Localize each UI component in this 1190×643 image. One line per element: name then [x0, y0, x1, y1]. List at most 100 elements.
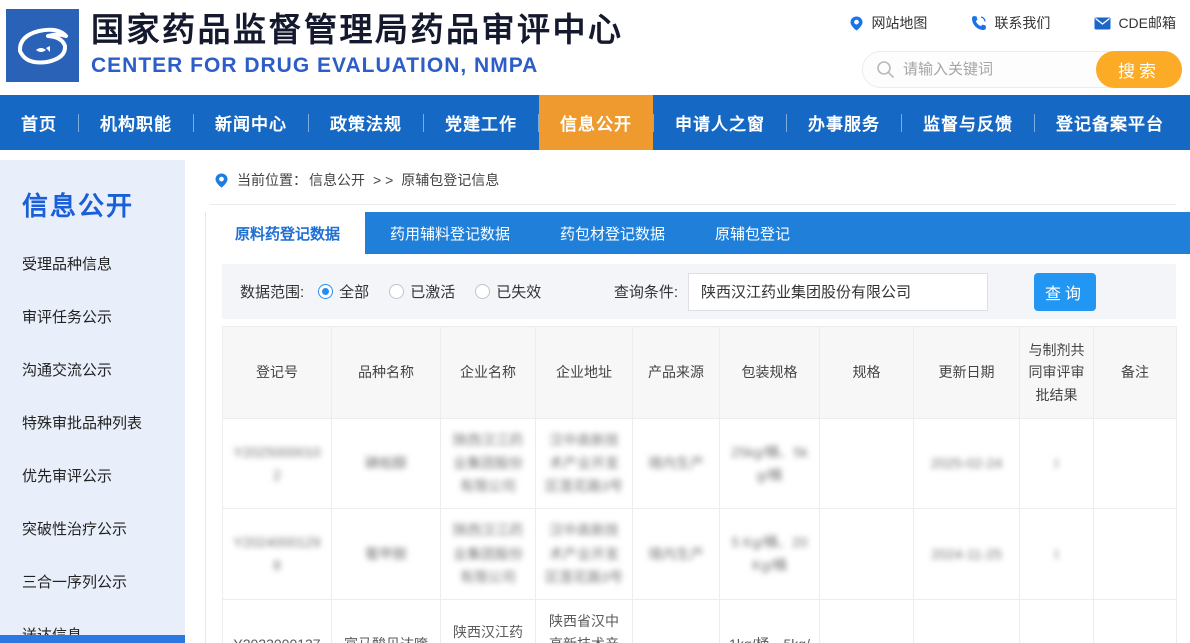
query-button[interactable]: 查询	[1034, 273, 1096, 311]
radio-activated-control[interactable]	[389, 284, 404, 299]
breadcrumb-pin-icon	[214, 172, 229, 189]
nav-item-info-disclosure[interactable]: 信息公开	[539, 95, 653, 150]
nav-item-applicant-window[interactable]: 申请人之窗	[654, 95, 786, 150]
table-cell: 境内生产	[633, 509, 720, 599]
table-header: 登记号品种名称企业名称企业地址产品来源包装规格规格更新日期与制剂共同审评审批结果…	[223, 327, 1177, 419]
table-header-row: 登记号品种名称企业名称企业地址产品来源包装规格规格更新日期与制剂共同审评审批结果…	[223, 327, 1177, 419]
sidebar-item-communication[interactable]: 沟通交流公示	[22, 359, 185, 380]
table-cell: 境内生产	[633, 599, 720, 643]
table-header-cell: 登记号	[223, 327, 332, 419]
breadcrumb-current: 原辅包登记信息	[401, 170, 499, 190]
search-icon	[876, 60, 895, 79]
table-cell: 碘帕醇	[332, 419, 441, 509]
tab-packaging-data[interactable]: 药包材登记数据	[535, 212, 690, 254]
radio-expired[interactable]: 已失效	[475, 281, 541, 302]
radio-all-control[interactable]	[318, 284, 333, 299]
radio-expired-label: 已失效	[496, 281, 541, 302]
table-cell: 2024-11-25	[914, 509, 1020, 599]
table-header-cell: 企业地址	[536, 327, 633, 419]
main-content: 当前位置：信息公开 > > 原辅包登记信息 原料药登记数据 药用辅料登记数据 药…	[210, 150, 1190, 643]
sidebar-item-accepted-varieties[interactable]: 受理品种信息	[22, 253, 185, 274]
radio-expired-control[interactable]	[475, 284, 490, 299]
contact-link-label: 联系我们	[994, 13, 1050, 33]
nav-item-news[interactable]: 新闻中心	[194, 95, 308, 150]
cde-website-page: 国家药品监督管理局药品审评中心 CENTER FOR DRUG EVALUATI…	[0, 0, 1190, 643]
nav-item-registration-platform[interactable]: 登记备案平台	[1035, 95, 1185, 150]
table-cell	[1094, 509, 1177, 599]
table-cell	[1094, 419, 1177, 509]
site-title: 国家药品监督管理局药品审评中心	[91, 11, 624, 49]
table-row: Y20250000102碘帕醇陕西汉江药业集团股份有限公司汉中高新技术产业开发区…	[223, 419, 1177, 509]
table-cell: I	[1020, 509, 1094, 599]
site-header: 国家药品监督管理局药品审评中心 CENTER FOR DRUG EVALUATI…	[0, 0, 1190, 95]
table-cell: 陕西汉江药业集团股份有限公司	[441, 419, 536, 509]
nav-item-supervision-feedback[interactable]: 监督与反馈	[902, 95, 1034, 150]
table-cell: ————	[820, 599, 914, 643]
nav-item-services[interactable]: 办事服务	[787, 95, 901, 150]
tab-excipients-data[interactable]: 药用辅料登记数据	[365, 212, 535, 254]
table-header-cell: 更新日期	[914, 327, 1020, 419]
table-cell: 陕西汉江药业集团股份有限公司	[441, 509, 536, 599]
content-divider	[205, 212, 206, 643]
site-brand: 国家药品监督管理局药品审评中心 CENTER FOR DRUG EVALUATI…	[6, 9, 624, 82]
tab-registration[interactable]: 原辅包登记	[690, 212, 815, 254]
table-cell	[820, 419, 914, 509]
data-tabs: 原料药登记数据 药用辅料登记数据 药包材登记数据 原辅包登记	[210, 212, 1190, 254]
table-header-cell: 规格	[820, 327, 914, 419]
mail-icon	[1094, 17, 1111, 30]
table-cell: 葡甲胺	[332, 509, 441, 599]
contact-link[interactable]: 联系我们	[971, 13, 1050, 33]
table-cell: 陕西汉江药业集团股份有限公司	[441, 599, 536, 643]
main-nav: 首页 机构职能 新闻中心 政策法规 党建工作 信息公开 申请人之窗 办事服务 监…	[0, 95, 1190, 150]
nav-item-party-building[interactable]: 党建工作	[424, 95, 538, 150]
table-cell: 陕西省汉中高新技术产业开发区莲花路3号	[536, 599, 633, 643]
breadcrumb-section[interactable]: 信息公开	[309, 170, 365, 190]
sidebar-item-three-in-one[interactable]: 三合一序列公示	[22, 571, 185, 592]
table-cell: 2025-02-24	[914, 419, 1020, 509]
table-header-cell: 产品来源	[633, 327, 720, 419]
table-cell: 汉中高新技术产业开发区莲花路3号	[536, 419, 633, 509]
table-cell: 汉中高新技术产业开发区莲花路3号	[536, 509, 633, 599]
sidebar-info-disclosure: 信息公开 受理品种信息 审评任务公示 沟通交流公示 特殊审批品种列表 优先审评公…	[0, 160, 185, 635]
query-input[interactable]	[688, 273, 988, 311]
radio-activated[interactable]: 已激活	[389, 281, 455, 302]
table-header-cell: 备注	[1094, 327, 1177, 419]
sidebar-item-special-approval-list[interactable]: 特殊审批品种列表	[22, 412, 185, 433]
location-pin-icon	[849, 15, 864, 32]
registration-table: 登记号品种名称企业名称企业地址产品来源包装规格规格更新日期与制剂共同审评审批结果…	[222, 326, 1177, 643]
table-row: Y20240001298葡甲胺陕西汉江药业集团股份有限公司汉中高新技术产业开发区…	[223, 509, 1177, 599]
registration-table-wrap: 登记号品种名称企业名称企业地址产品来源包装规格规格更新日期与制剂共同审评审批结果…	[222, 326, 1176, 643]
breadcrumb-location-label: 当前位置：	[237, 170, 307, 190]
cde-mail-link-label: CDE邮箱	[1118, 13, 1176, 33]
table-cell: 境内生产	[633, 419, 720, 509]
table-header-cell: 企业名称	[441, 327, 536, 419]
sidebar-item-review-tasks[interactable]: 审评任务公示	[22, 306, 185, 327]
sidebar-bottom-strip	[0, 635, 185, 643]
radio-all-label: 全部	[339, 281, 369, 302]
sidebar-item-breakthrough-therapy[interactable]: 突破性治疗公示	[22, 518, 185, 539]
search-input[interactable]	[903, 52, 1083, 87]
sitemap-link[interactable]: 网站地图	[849, 13, 927, 33]
table-cell: 1kg/桶、5kg/桶、10kg/桶	[720, 599, 820, 643]
table-header-cell: 与制剂共同审评审批结果	[1020, 327, 1094, 419]
cde-mail-link[interactable]: CDE邮箱	[1094, 13, 1176, 33]
site-subtitle: CENTER FOR DRUG EVALUATION, NMPA	[91, 54, 624, 78]
nav-item-home[interactable]: 首页	[0, 95, 78, 150]
table-cell	[820, 509, 914, 599]
table-cell: 25kg/桶、5kg/桶	[720, 419, 820, 509]
phone-icon	[971, 15, 987, 31]
table-cell: Y20230001376	[223, 599, 332, 643]
table-body: Y20250000102碘帕醇陕西汉江药业集团股份有限公司汉中高新技术产业开发区…	[223, 419, 1177, 643]
scope-label: 数据范围:	[240, 281, 304, 302]
query-label: 查询条件:	[614, 281, 678, 302]
header-quick-links: 网站地图 联系我们 CDE邮箱	[849, 13, 1176, 33]
search-button[interactable]: 搜索	[1096, 51, 1182, 88]
sidebar-item-priority-review[interactable]: 优先审评公示	[22, 465, 185, 486]
radio-all[interactable]: 全部	[318, 281, 369, 302]
nav-item-organization[interactable]: 机构职能	[79, 95, 193, 150]
table-cell: Y20250000102	[223, 419, 332, 509]
table-cell: 富马酸贝达喹啉	[332, 599, 441, 643]
cde-logo-icon	[6, 9, 79, 82]
nav-item-policy[interactable]: 政策法规	[309, 95, 423, 150]
tab-api-data[interactable]: 原料药登记数据	[210, 212, 365, 254]
